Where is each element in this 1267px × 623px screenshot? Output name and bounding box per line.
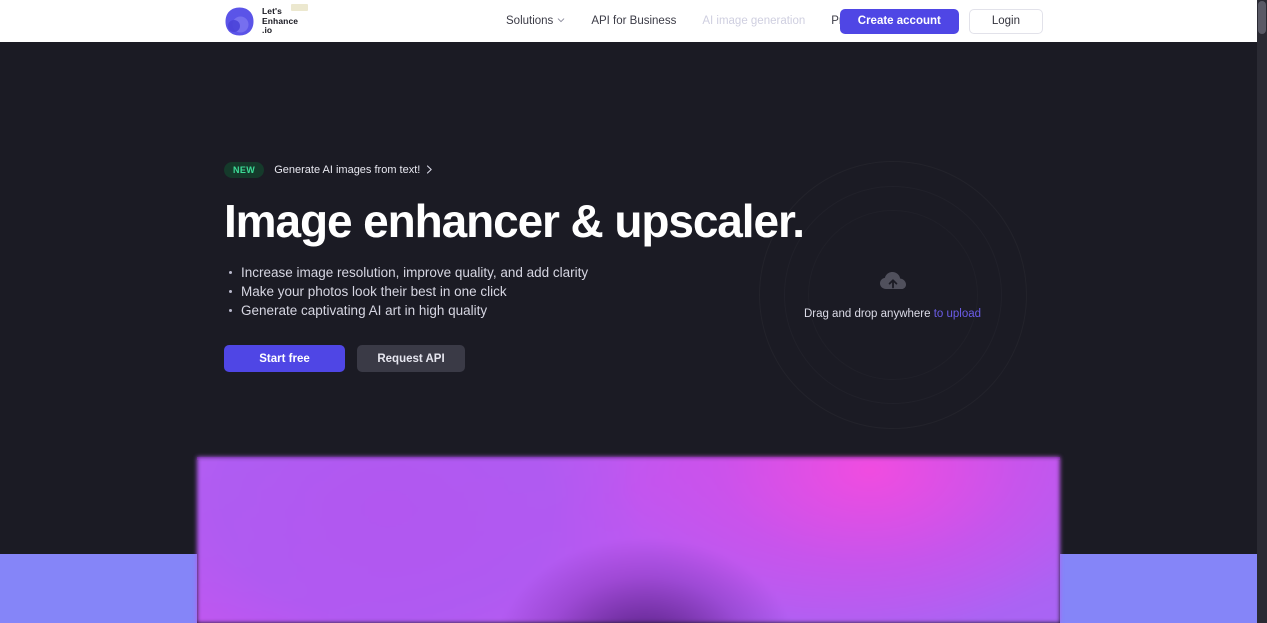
upload-dropzone[interactable]: Drag and drop anywhere to upload [755, 140, 1030, 450]
create-account-button[interactable]: Create account [839, 8, 959, 34]
dropzone-text: Drag and drop anywhere to upload [804, 308, 981, 320]
cloud-upload-icon [879, 271, 907, 293]
hero-announcement-link[interactable]: Generate AI images from text! [274, 164, 433, 176]
brand-logo[interactable]: Let's Enhance .io [224, 4, 308, 38]
page-scrollbar-thumb[interactable] [1258, 1, 1266, 34]
list-item: Make your photos look their best in one … [224, 282, 744, 301]
hero-feature-list: Increase image resolution, improve quali… [224, 263, 744, 320]
brand-wordmark: Let's Enhance .io [262, 4, 308, 36]
nav-item-ai-image-generation-label: AI image generation [702, 15, 806, 27]
hero-cta-row: Start free Request API [224, 345, 744, 372]
chevron-down-icon [557, 16, 565, 24]
brand-line-3: .io [262, 25, 273, 36]
page-scrollbar[interactable] [1257, 0, 1267, 623]
blob-logo-icon [224, 6, 255, 37]
chevron-right-icon [426, 165, 433, 174]
hero-announcement[interactable]: NEW Generate AI images from text! [224, 161, 744, 178]
list-item: Generate captivating AI art in high qual… [224, 301, 744, 320]
nav-item-solutions-label: Solutions [506, 15, 554, 27]
brand-badge-icon [291, 4, 308, 12]
status-badge-new: NEW [224, 161, 265, 178]
nav-item-solutions[interactable]: Solutions [506, 15, 578, 27]
browser-viewport: Let's Enhance .io Solutions API for Busi… [0, 0, 1257, 623]
dropzone-upload-link[interactable]: to upload [934, 308, 981, 320]
header-actions: Create account Login [839, 0, 1043, 42]
showcase-image [197, 457, 1060, 623]
hero-copy: NEW Generate AI images from text! Image … [224, 161, 805, 372]
page-title: Image enhancer & upscaler. [224, 195, 805, 247]
page-root: Let's Enhance .io Solutions API for Busi… [0, 0, 1267, 623]
footer-band-right [1060, 554, 1257, 623]
footer-band-left [0, 554, 197, 623]
nav-item-ai-image-generation[interactable]: AI image generation [689, 15, 818, 27]
site-header: Let's Enhance .io Solutions API for Busi… [0, 0, 1257, 42]
start-free-button[interactable]: Start free [224, 345, 345, 372]
list-item: Increase image resolution, improve quali… [224, 263, 744, 282]
nav-item-api-for-business-label: API for Business [591, 15, 677, 27]
login-button[interactable]: Login [968, 8, 1043, 34]
dropzone-label: Drag and drop anywhere [803, 307, 931, 320]
nav-item-api-for-business[interactable]: API for Business [578, 15, 689, 27]
hero-announcement-label: Generate AI images from text! [274, 163, 421, 176]
request-api-button[interactable]: Request API [357, 345, 465, 372]
